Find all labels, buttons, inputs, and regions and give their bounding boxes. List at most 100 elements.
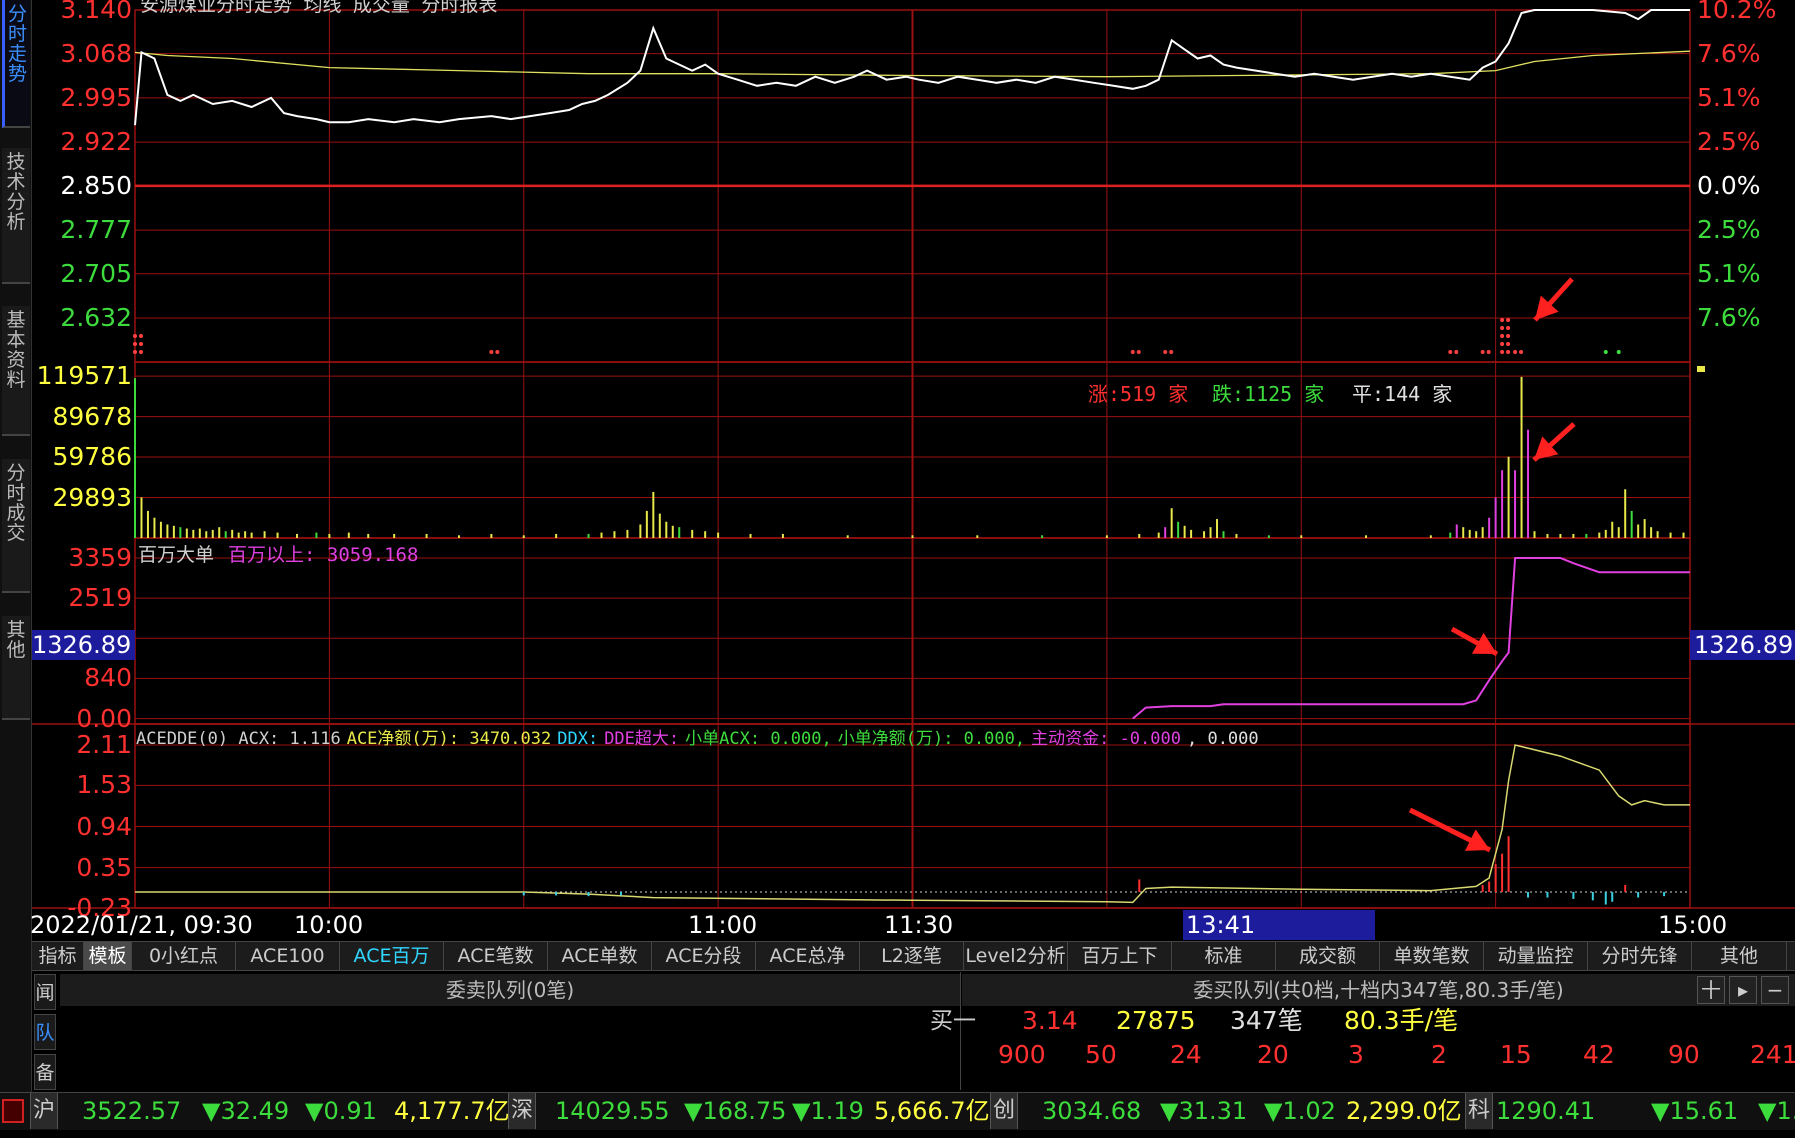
- signal-dot: [1500, 318, 1505, 322]
- percent-axis-label: 0.0%: [1697, 170, 1761, 200]
- buy1-avg: 80.3手/笔: [1344, 1006, 1459, 1035]
- indicator-button[interactable]: ACE百万: [340, 942, 444, 970]
- signal-dot: [495, 350, 500, 354]
- market-tag[interactable]: 创: [990, 1093, 1019, 1129]
- indicator-button[interactable]: 0小红点: [132, 942, 236, 970]
- million-axis-label: 2519: [68, 583, 132, 613]
- indicator-button[interactable]: ACE分段: [652, 942, 756, 970]
- million-header-name: 百万大单: [138, 544, 215, 566]
- indicator-button-row: 指标 模板 0小红点 ACE100 ACE百万 ACE笔数 ACE单数 ACE分段 ACE总净 L…: [32, 941, 1795, 971]
- index-value: ▼1.: [1758, 1097, 1795, 1125]
- index-value: 14029.55: [555, 1097, 670, 1125]
- index-value: ▼168.75: [684, 1097, 787, 1125]
- indicator-button[interactable]: 模板: [84, 942, 132, 970]
- percent-axis-label: 2.5%: [1697, 215, 1761, 245]
- time-cursor-label: 13:41: [1186, 911, 1256, 939]
- signal-dot: [1500, 334, 1505, 338]
- breadth-up: 涨:519 家: [1088, 382, 1189, 406]
- price-axis-label: 2.777: [60, 215, 132, 245]
- index-value: 3522.57: [82, 1097, 182, 1125]
- queue-control-button[interactable]: 十: [1697, 976, 1725, 1004]
- queue-tab[interactable]: 备: [34, 1054, 56, 1090]
- indicator-button[interactable]: ACE100: [236, 942, 340, 970]
- volume-axis-label: 89678: [52, 401, 132, 431]
- queue-order: 3: [1348, 1040, 1364, 1069]
- indicator-button[interactable]: ACE总净: [756, 942, 860, 970]
- acedde-header-item: 小单净额(万): 0.000,: [837, 729, 1026, 749]
- queue-order: 24: [1170, 1040, 1202, 1069]
- index-value: ▼1.19: [792, 1097, 864, 1125]
- index-value: 2,299.0亿: [1346, 1097, 1462, 1125]
- queue-order: 42: [1583, 1040, 1615, 1069]
- signal-dot: [133, 350, 137, 354]
- indicator-button[interactable]: 成交额: [1276, 942, 1380, 970]
- queue-control-button[interactable]: −: [1761, 976, 1789, 1004]
- indicator-button[interactable]: 指标: [32, 942, 84, 970]
- time-axis-label: 11:00: [688, 911, 758, 939]
- signal-dot: [1506, 326, 1511, 330]
- index-value: ▼0.91: [305, 1097, 377, 1125]
- volume-axis-label: 59786: [52, 442, 132, 472]
- intraday-chart[interactable]: [0, 0, 1795, 941]
- queue-order: 900: [998, 1040, 1046, 1069]
- index-value: ▼15.61: [1651, 1097, 1739, 1125]
- queue-order: 20: [1257, 1040, 1289, 1069]
- indicator-button[interactable]: ACE单数: [548, 942, 652, 970]
- queue-order: 90: [1668, 1040, 1700, 1069]
- index-value: 5,666.7亿: [874, 1097, 990, 1125]
- market-tag[interactable]: 深: [508, 1093, 537, 1129]
- queue-tab[interactable]: 队: [34, 1014, 56, 1050]
- indicator-button[interactable]: 动量监控: [1484, 942, 1588, 970]
- alert-icon[interactable]: [2, 1099, 24, 1123]
- cursor-value-right: 1326.89: [1694, 631, 1794, 659]
- buy1-label: 买一: [930, 1008, 976, 1034]
- sell-queue-header: 委卖队列(0笔): [60, 974, 960, 1006]
- price-axis-label: 2.632: [60, 303, 132, 332]
- percent-axis-label: 5.1%: [1697, 258, 1761, 288]
- ace-axis-label: 2.11: [76, 730, 132, 759]
- signal-dot: [1448, 350, 1453, 354]
- price-axis-label: 2.705: [60, 258, 132, 288]
- signal-dot: [1506, 342, 1511, 346]
- million-header-series: 百万以上: 3059.168: [228, 544, 419, 566]
- queue-control-button[interactable]: ▸: [1729, 976, 1757, 1004]
- signal-dot-green: [1603, 350, 1608, 354]
- market-tag[interactable]: 沪: [30, 1093, 59, 1129]
- acedde-header-item: DDX:: [557, 729, 599, 749]
- indicator-button[interactable]: 单数笔数: [1380, 942, 1484, 970]
- cursor-value-left: 1326.89: [32, 631, 132, 659]
- price-axis-label: 2.850: [60, 170, 132, 200]
- ace-axis-label: 0.94: [76, 811, 132, 841]
- percent-axis-label: 5.1%: [1697, 82, 1761, 112]
- price-axis-label: 2.922: [60, 127, 132, 157]
- million-axis-label: 0.00: [76, 703, 132, 733]
- signal-dot: [489, 350, 494, 354]
- time-axis-label: 11:30: [884, 911, 954, 939]
- volume-axis-label: 29893: [52, 482, 132, 512]
- acedde-header-item: ACE净额(万): 3470.032: [346, 729, 552, 749]
- indicator-button[interactable]: ACE笔数: [444, 942, 548, 970]
- percent-axis-label: 10.2%: [1697, 0, 1777, 24]
- percent-axis-label: 7.6%: [1697, 303, 1761, 332]
- ace-axis-label: 1.53: [76, 770, 132, 800]
- indicator-button[interactable]: Level2分析: [964, 942, 1068, 970]
- signal-dot: [133, 342, 137, 346]
- signal-dot: [1506, 350, 1511, 354]
- signal-dot: [1506, 318, 1511, 322]
- indicator-button[interactable]: 百万上下: [1068, 942, 1172, 970]
- breadth-down: 跌:1125 家: [1212, 382, 1325, 406]
- index-value: ▼31.31: [1160, 1097, 1248, 1125]
- signal-dot: [1130, 350, 1135, 354]
- queue-tab[interactable]: 闻: [34, 974, 56, 1010]
- indicator-button[interactable]: L2逐笔: [860, 942, 964, 970]
- buy1-volume: 27875: [1116, 1006, 1196, 1035]
- market-tag[interactable]: 科: [1465, 1093, 1494, 1129]
- signal-dot: [1169, 350, 1174, 354]
- million-axis-label: 3359: [68, 543, 132, 572]
- percent-axis-label: 7.6%: [1697, 38, 1761, 68]
- indicator-button[interactable]: 标准: [1172, 942, 1276, 970]
- indicator-button[interactable]: 分时先锋: [1588, 942, 1692, 970]
- indicator-button[interactable]: 其他: [1692, 942, 1787, 970]
- signal-dot: [1480, 350, 1485, 354]
- buy-queue-header: 委买队列(共0档,十档内347笔,80.3手/笔): [962, 974, 1795, 1006]
